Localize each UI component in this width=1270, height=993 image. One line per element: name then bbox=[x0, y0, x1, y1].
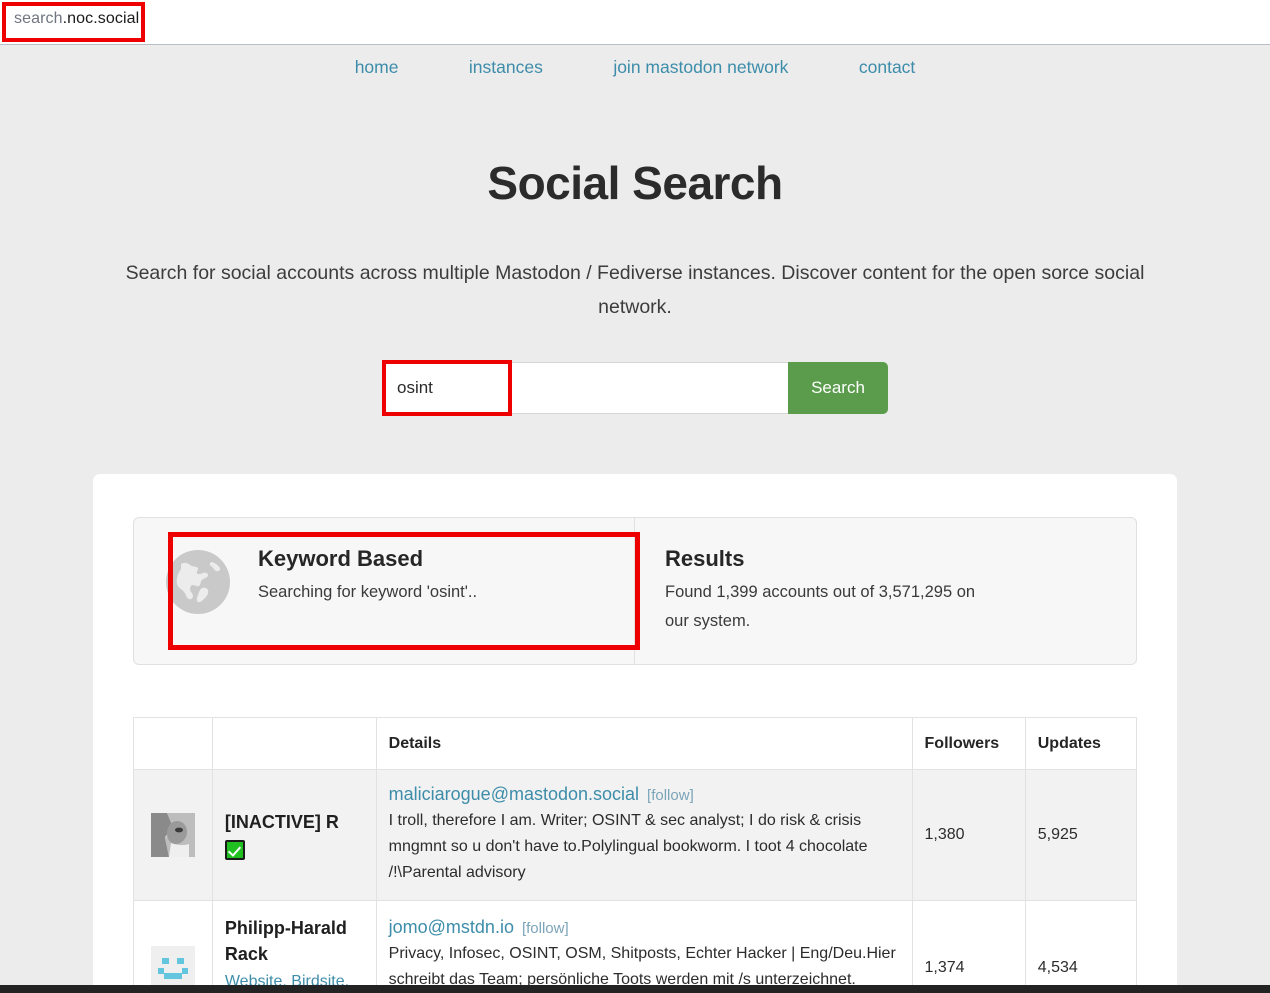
follow-link[interactable]: [follow] bbox=[522, 920, 569, 937]
results-container: Keyword Based Searching for keyword 'osi… bbox=[93, 474, 1177, 993]
results-info-block: Results Found 1,399 accounts out of 3,57… bbox=[635, 518, 1136, 664]
th-followers: Followers bbox=[911, 717, 1026, 770]
page-subtitle: Search for social accounts across multip… bbox=[125, 262, 1145, 319]
window-bottom-bar bbox=[0, 985, 1270, 993]
browser-chrome: search.noc.social bbox=[0, 0, 1270, 45]
cell-avatar bbox=[133, 899, 213, 993]
verified-check-icon bbox=[224, 840, 245, 861]
results-info-title: Results bbox=[665, 546, 745, 572]
th-name bbox=[211, 717, 377, 770]
globe-icon bbox=[166, 550, 230, 615]
th-updates: Updates bbox=[1024, 717, 1138, 770]
follow-link[interactable]: [follow] bbox=[647, 787, 694, 804]
cell-name: Philipp-Harald Rack Website, Birdsite, G… bbox=[211, 899, 377, 993]
nav-item-home[interactable]: home bbox=[355, 57, 399, 77]
smiley-avatar-icon bbox=[150, 946, 195, 991]
info-panel: Keyword Based Searching for keyword 'osi… bbox=[133, 517, 1137, 665]
account-bio: I troll, therefore I am. Writer; OSINT &… bbox=[388, 812, 868, 881]
address-bar[interactable]: search.noc.social bbox=[8, 6, 145, 32]
results-info-text: Results Found 1,399 accounts out of 3,57… bbox=[665, 546, 995, 636]
cell-followers: 1,374 bbox=[911, 899, 1026, 993]
nav-item-instances[interactable]: instances bbox=[469, 57, 543, 77]
search-input[interactable] bbox=[382, 362, 788, 415]
account-name: [INACTIVE] R bbox=[224, 812, 339, 833]
cell-details: maliciarogue@mastodon.social [follow] I t… bbox=[375, 769, 913, 901]
cell-followers: 1,380 bbox=[911, 769, 1026, 901]
table-row: Philipp-Harald Rack Website, Birdsite, G… bbox=[133, 899, 1138, 993]
results-info-body: Found 1,399 accounts out of 3,571,295 on… bbox=[665, 583, 976, 631]
page-title: Social Search bbox=[487, 157, 783, 209]
table-row: [INACTIVE] R maliciarogue@mastodon.socia… bbox=[133, 769, 1138, 901]
cell-avatar bbox=[133, 769, 213, 901]
account-handle-link[interactable]: maliciarogue@mastodon.social bbox=[389, 784, 639, 804]
search-button[interactable]: Search bbox=[788, 362, 888, 415]
keyword-info-title: Keyword Based bbox=[258, 546, 424, 572]
url-domain: .noc.social bbox=[62, 10, 140, 27]
account-name: Philipp-Harald Rack bbox=[224, 917, 347, 964]
keyword-info-body: Searching for keyword 'osint'.. bbox=[258, 583, 478, 602]
nav-item-join-mastodon-network[interactable]: join mastodon network bbox=[613, 57, 788, 77]
nav-item-contact[interactable]: contact bbox=[859, 57, 915, 77]
th-avatar bbox=[133, 717, 213, 770]
page-body: home instances join mastodon network con… bbox=[0, 45, 1270, 993]
th-details: Details bbox=[375, 717, 913, 770]
search-form: Search bbox=[382, 360, 888, 417]
keyword-info-block: Keyword Based Searching for keyword 'osi… bbox=[134, 518, 635, 664]
photo-avatar-icon bbox=[150, 812, 195, 857]
keyword-info-text: Keyword Based Searching for keyword 'osi… bbox=[258, 546, 477, 607]
main-navigation: home instances join mastodon network con… bbox=[0, 45, 1270, 80]
account-handle-link[interactable]: jomo@mstdn.io bbox=[389, 917, 514, 937]
results-table: Details Followers Updates [INACTIVE] R m… bbox=[133, 717, 1138, 993]
table-header-row: Details Followers Updates bbox=[133, 717, 1138, 770]
cell-details: jomo@mstdn.io [follow] Privacy, Infosec, … bbox=[375, 899, 913, 993]
cell-updates: 5,925 bbox=[1024, 769, 1138, 901]
cell-name: [INACTIVE] R bbox=[211, 769, 377, 901]
url-subdomain: search bbox=[14, 10, 63, 27]
cell-updates: 4,534 bbox=[1024, 899, 1138, 993]
